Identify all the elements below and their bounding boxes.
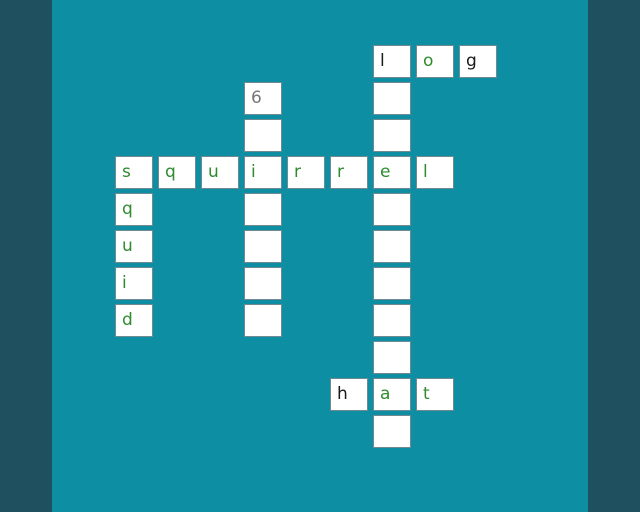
cell[interactable] xyxy=(244,267,282,300)
cell-letter: r xyxy=(337,162,344,182)
cell[interactable] xyxy=(373,267,411,300)
cell-log-g[interactable]: g xyxy=(459,45,497,78)
cell[interactable] xyxy=(373,415,411,448)
cell-squid-d[interactable]: d xyxy=(115,304,153,337)
cell-letter: l xyxy=(423,162,428,182)
cell-letter: u xyxy=(122,236,133,256)
crossword-board: l o g 6 s q u i r r e l q u i d h a t xyxy=(52,0,588,512)
cell-letter: h xyxy=(337,384,348,404)
cell-letter: u xyxy=(208,162,219,182)
cell-letter: d xyxy=(122,310,133,330)
cell-squid-q[interactable]: q xyxy=(115,193,153,226)
cell-squirrel-u[interactable]: u xyxy=(201,156,239,189)
cell-squid-u[interactable]: u xyxy=(115,230,153,263)
cell-hat-t[interactable]: t xyxy=(416,378,454,411)
cell[interactable] xyxy=(244,193,282,226)
cell-squirrel-s[interactable]: s xyxy=(115,156,153,189)
cell[interactable] xyxy=(244,119,282,152)
cell[interactable] xyxy=(373,193,411,226)
cell-hat-h[interactable]: h xyxy=(330,378,368,411)
cell-hat-a[interactable]: a xyxy=(373,378,411,411)
clue-number: 6 xyxy=(251,88,262,108)
cell-squirrel-l[interactable]: l xyxy=(416,156,454,189)
cell-letter: g xyxy=(466,51,477,71)
cell-letter: o xyxy=(423,51,434,71)
cell-letter: t xyxy=(423,384,430,404)
left-margin xyxy=(0,0,52,512)
cell-squirrel-i[interactable]: i xyxy=(244,156,282,189)
cell[interactable] xyxy=(373,341,411,374)
right-margin xyxy=(588,0,640,512)
cell-clue-6[interactable]: 6 xyxy=(244,82,282,115)
cell[interactable] xyxy=(373,230,411,263)
cell-squirrel-q[interactable]: q xyxy=(158,156,196,189)
cell-letter: r xyxy=(294,162,301,182)
cell-squirrel-r1[interactable]: r xyxy=(287,156,325,189)
cell-letter: q xyxy=(165,162,176,182)
cell-squirrel-e[interactable]: e xyxy=(373,156,411,189)
cell[interactable] xyxy=(244,304,282,337)
cell-squirrel-r2[interactable]: r xyxy=(330,156,368,189)
cell-log-o[interactable]: o xyxy=(416,45,454,78)
cell-letter: i xyxy=(122,273,127,293)
cell[interactable] xyxy=(244,230,282,263)
cell-squid-i[interactable]: i xyxy=(115,267,153,300)
cell-letter: a xyxy=(380,384,391,404)
cell-letter: e xyxy=(380,162,391,182)
cell[interactable] xyxy=(373,304,411,337)
cell-letter: l xyxy=(380,51,385,71)
cell-letter: i xyxy=(251,162,256,182)
cell-letter: s xyxy=(122,162,131,182)
cell[interactable] xyxy=(373,119,411,152)
cell-log-l[interactable]: l xyxy=(373,45,411,78)
cell[interactable] xyxy=(373,82,411,115)
cell-letter: q xyxy=(122,199,133,219)
